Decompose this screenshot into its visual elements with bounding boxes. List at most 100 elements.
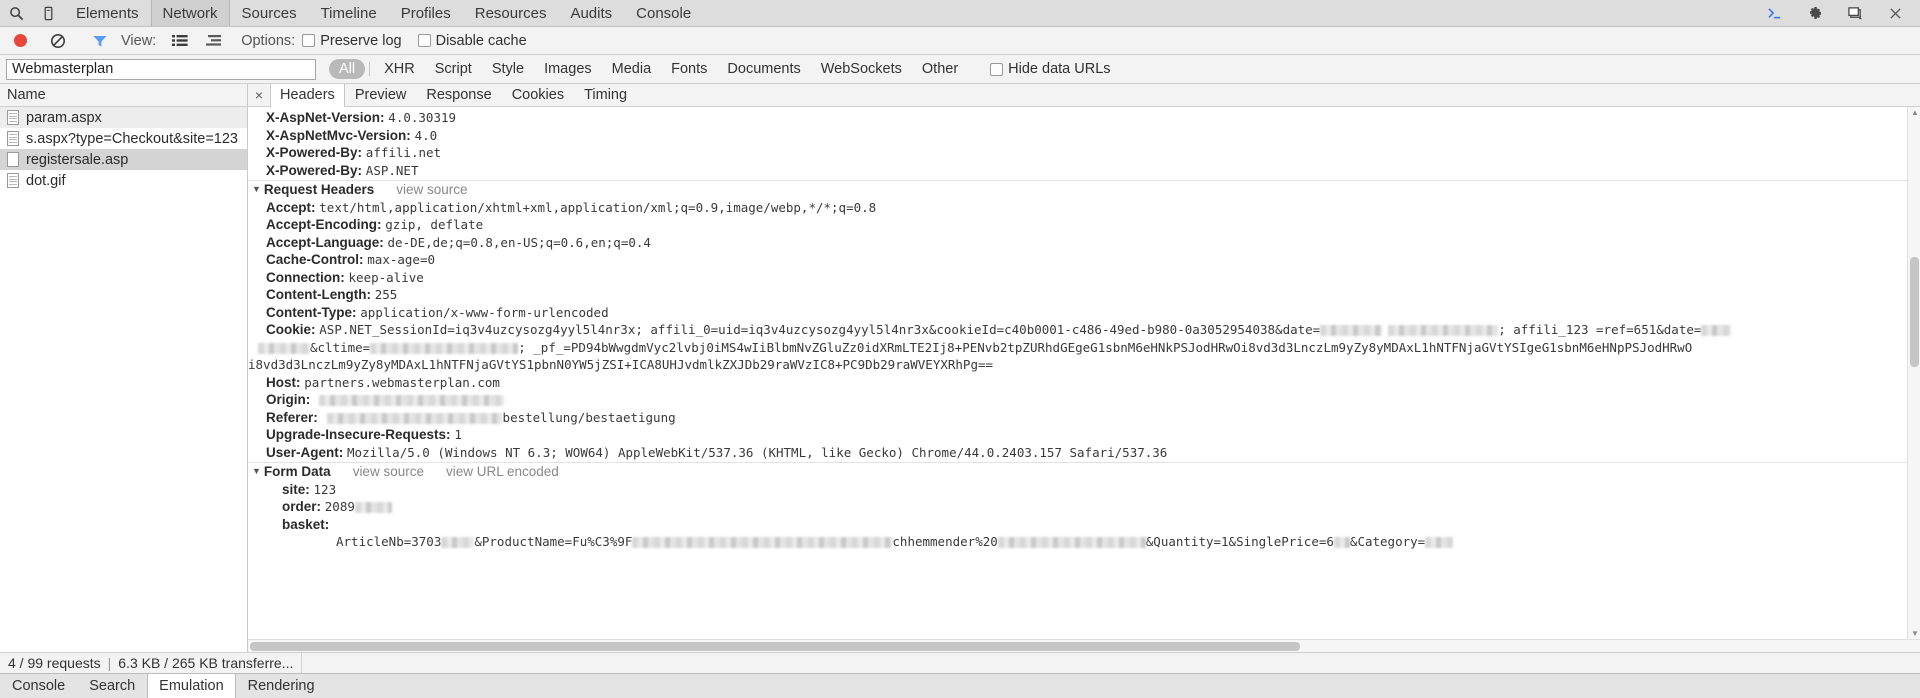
- tab-headers[interactable]: Headers: [270, 84, 345, 107]
- header-row: X-Powered-By: affili.net: [248, 144, 1920, 162]
- detail-tab-label: Headers: [280, 87, 335, 103]
- dock-side-icon[interactable]: [1836, 6, 1874, 21]
- tab-timing[interactable]: Timing: [574, 84, 637, 106]
- request-name: dot.gif: [26, 172, 66, 189]
- triangle-down-icon: ▼: [252, 466, 261, 476]
- disable-cache-checkbox[interactable]: Disable cache: [417, 32, 527, 49]
- header-value: max-age=0: [367, 252, 435, 267]
- type-filter-label: Style: [491, 61, 525, 77]
- scrollbar-thumb[interactable]: [1910, 257, 1919, 367]
- header-name: X-AspNetMvc-Version:: [266, 127, 411, 143]
- table-row[interactable]: dot.gif: [0, 170, 247, 191]
- drawer-tab-search[interactable]: Search: [77, 674, 147, 698]
- type-filter-label: XHR: [384, 61, 415, 77]
- search-icon[interactable]: [0, 0, 32, 26]
- type-filter-label: Documents: [727, 61, 801, 77]
- form-data-section-header[interactable]: ▼ Form Data view source view URL encoded: [248, 462, 1920, 481]
- type-filter-fonts[interactable]: Fonts: [661, 59, 717, 79]
- gear-icon[interactable]: [1796, 5, 1834, 21]
- cookie-value-part-1: ASP.NET_SessionId=iq3v4uzcysozg4yyl5l4nr…: [319, 322, 1321, 337]
- filter-icon[interactable]: [92, 34, 108, 48]
- panel-tab-label: Audits: [570, 4, 613, 22]
- view-url-encoded-link[interactable]: view URL encoded: [446, 463, 559, 481]
- vertical-scrollbar[interactable]: ▲ ▼: [1907, 107, 1920, 639]
- resource-type-filters: All XHR Script Style Images Media Fonts …: [329, 59, 968, 79]
- type-filter-documents[interactable]: Documents: [717, 59, 810, 79]
- tab-preview[interactable]: Preview: [345, 84, 417, 106]
- filter-bar: All XHR Script Style Images Media Fonts …: [0, 55, 1920, 84]
- tab-cookies[interactable]: Cookies: [502, 84, 574, 106]
- header-name: User-Agent:: [266, 444, 344, 460]
- drawer-tab-emulation[interactable]: Emulation: [147, 674, 236, 698]
- type-filter-script[interactable]: Script: [425, 59, 482, 79]
- panel-tab-sources[interactable]: Sources: [230, 0, 309, 26]
- document-icon: [7, 110, 19, 125]
- table-row[interactable]: s.aspx?type=Checkout&site=123: [0, 128, 247, 149]
- horizontal-scrollbar[interactable]: [248, 639, 1920, 652]
- header-value: affili.net: [365, 145, 442, 160]
- devtools-window: Elements Network Sources Timeline Profil…: [0, 0, 1920, 698]
- view-source-link[interactable]: view source: [396, 181, 467, 199]
- panel-tab-elements[interactable]: Elements: [64, 0, 151, 26]
- type-filter-all[interactable]: All: [329, 59, 366, 79]
- panel-tab-label: Sources: [241, 4, 297, 22]
- header-value: de-DE,de;q=0.8,en-US;q=0.6,en;q=0.4: [387, 234, 651, 250]
- basket-value-row: ArticleNb=3703 &ProductName=Fu%C3%9F chhem…: [248, 533, 1920, 551]
- panel-tab-label: Resources: [474, 4, 547, 22]
- cookie-header-row-cont: i8vd3d3LnczLm9yZy8yMDAxL1hNTFNjaGVtYS1pb…: [248, 356, 1920, 374]
- scroll-up-arrow[interactable]: ▲: [1911, 108, 1919, 117]
- header-row: Upgrade-Insecure-Requests: 1: [248, 426, 1920, 444]
- record-button[interactable]: [14, 34, 27, 47]
- request-name: s.aspx?type=Checkout&site=123: [26, 130, 238, 147]
- close-icon[interactable]: [1876, 7, 1914, 20]
- type-filter-xhr[interactable]: XHR: [374, 59, 425, 79]
- request-detail-pane: × Headers Preview Response Cookies Timin…: [248, 84, 1920, 652]
- panel-tab-resources[interactable]: Resources: [463, 0, 559, 26]
- timeline-view-icon[interactable]: [206, 34, 222, 47]
- view-source-link[interactable]: view source: [353, 463, 424, 481]
- panel-tab-profiles[interactable]: Profiles: [389, 0, 463, 26]
- clear-icon[interactable]: [50, 33, 66, 49]
- table-row[interactable]: registersale.asp: [0, 149, 247, 170]
- header-row: Connection: keep-alive: [248, 269, 1920, 287]
- scrollbar-thumb[interactable]: [250, 642, 1300, 651]
- drawer-tab-console[interactable]: Console: [0, 674, 77, 698]
- redacted-block: [326, 412, 502, 424]
- header-value: 4.0: [414, 127, 438, 143]
- disable-cache-label: Disable cache: [435, 32, 527, 49]
- header-row: X-Powered-By: ASP.NET: [248, 162, 1920, 180]
- type-filter-style[interactable]: Style: [482, 59, 534, 79]
- console-drawer-icon[interactable]: [1756, 6, 1794, 21]
- request-headers-section-header[interactable]: ▼ Request Headers view source: [248, 180, 1920, 199]
- checkbox-box: [417, 34, 431, 47]
- table-row[interactable]: param.aspx: [0, 107, 247, 128]
- preserve-log-checkbox[interactable]: Preserve log: [302, 33, 402, 49]
- document-icon: [7, 173, 19, 188]
- type-filter-media[interactable]: Media: [602, 59, 662, 79]
- scroll-down-arrow[interactable]: ▼: [1911, 629, 1919, 638]
- drawer-tab-rendering[interactable]: Rendering: [236, 674, 327, 698]
- redacted-block: [1333, 537, 1350, 548]
- header-row: Content-Type: application/x-www-form-url…: [248, 304, 1920, 322]
- header-row: Content-Length: 255: [248, 286, 1920, 304]
- close-detail-icon[interactable]: ×: [248, 84, 270, 106]
- column-header-name: Name: [7, 87, 46, 103]
- type-filter-other[interactable]: Other: [912, 59, 968, 79]
- header-value: Mozilla/5.0 (Windows NT 6.3; WOW64) Appl…: [347, 444, 1168, 460]
- tab-response[interactable]: Response: [416, 84, 501, 106]
- type-filter-images[interactable]: Images: [534, 59, 602, 79]
- hide-data-urls-checkbox[interactable]: Hide data URLs: [990, 61, 1111, 77]
- status-bar: 4 / 99 requests | 6.3 KB / 265 KB transf…: [0, 652, 1920, 673]
- status-separator: |: [107, 655, 112, 671]
- filter-input[interactable]: [6, 58, 316, 80]
- type-filter-websockets[interactable]: WebSockets: [811, 59, 912, 79]
- device-toggle-icon[interactable]: [32, 0, 64, 26]
- panel-tab-network[interactable]: Network: [150, 0, 230, 26]
- panel-tab-timeline[interactable]: Timeline: [309, 0, 389, 26]
- header-value: gzip, deflate: [385, 217, 484, 232]
- list-view-icon[interactable]: [172, 34, 188, 47]
- request-list-header[interactable]: Name: [0, 84, 247, 107]
- panel-tab-audits[interactable]: Audits: [558, 0, 624, 26]
- redacted-block: [441, 537, 475, 548]
- panel-tab-console[interactable]: Console: [624, 0, 703, 26]
